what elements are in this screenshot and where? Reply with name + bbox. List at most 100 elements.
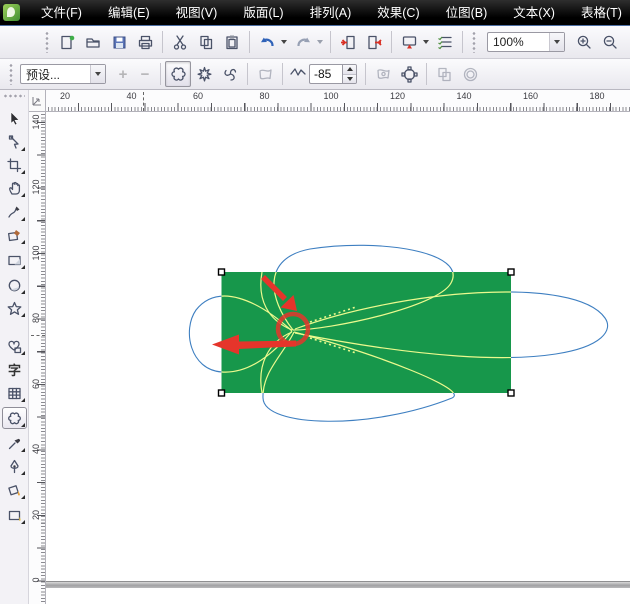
- tool-basic-shapes[interactable]: [2, 335, 27, 357]
- push-pull-distortion-button[interactable]: [165, 61, 191, 87]
- amplitude-field[interactable]: -85: [309, 64, 343, 84]
- zoom-out-button[interactable]: [597, 29, 623, 55]
- app-logo-icon: [3, 4, 20, 21]
- tool-pick[interactable]: [2, 107, 27, 129]
- delete-preset-button[interactable]: −: [134, 61, 156, 87]
- tool-rectangle[interactable]: [2, 249, 27, 271]
- toolbar-separator: [330, 31, 331, 53]
- launcher-dropdown-caret[interactable]: [423, 40, 429, 44]
- hruler-label: 140: [456, 91, 471, 101]
- tool-smart-fill[interactable]: [2, 224, 27, 246]
- menu-layout[interactable]: 版面(L): [230, 0, 296, 26]
- redo-dropdown-caret[interactable]: [317, 40, 323, 44]
- handle-bottom-right[interactable]: [508, 390, 514, 396]
- tool-crop[interactable]: [2, 154, 27, 176]
- menu-arrange[interactable]: 排列(A): [297, 0, 365, 26]
- undo-dropdown-caret[interactable]: [281, 40, 287, 44]
- hruler-label: 180: [589, 91, 604, 101]
- spinner-up-button[interactable]: [343, 65, 356, 75]
- twister-distortion-button[interactable]: [217, 61, 243, 87]
- horizontal-ruler[interactable]: 20 40 60 80 100 120 140 160 180: [46, 90, 630, 112]
- redo-button[interactable]: [290, 29, 316, 55]
- application-launcher-button[interactable]: [396, 29, 422, 55]
- add-preset-button[interactable]: +: [112, 61, 134, 87]
- save-button[interactable]: [106, 29, 132, 55]
- hruler-label: 80: [259, 91, 269, 101]
- hruler-label: 120: [390, 91, 405, 101]
- toolbox-grip[interactable]: [3, 93, 25, 99]
- menu-view[interactable]: 视图(V): [163, 0, 231, 26]
- paste-button[interactable]: [219, 29, 245, 55]
- vruler-label: 60: [29, 376, 44, 392]
- toolbar-separator: [249, 31, 250, 53]
- zoom-level-combo[interactable]: 100%: [487, 32, 565, 52]
- property-bar-grip[interactable]: [8, 63, 14, 85]
- tool-table[interactable]: [2, 382, 27, 404]
- green-rectangle[interactable]: [222, 272, 512, 393]
- clear-distortion-button[interactable]: [457, 61, 483, 87]
- export-button[interactable]: [361, 29, 387, 55]
- copy-distortion-properties-button[interactable]: [431, 61, 457, 87]
- property-bar-separator: [426, 63, 427, 85]
- handle-top-right[interactable]: [508, 269, 514, 275]
- menu-effects[interactable]: 效果(C): [364, 0, 432, 26]
- menu-text[interactable]: 文本(X): [500, 0, 568, 26]
- drawing-canvas[interactable]: [46, 112, 630, 604]
- hruler-label: 40: [126, 91, 136, 101]
- hruler-major-ticks: [78, 103, 630, 111]
- menu-table[interactable]: 表格(T): [568, 0, 630, 26]
- tool-text[interactable]: 字: [2, 359, 27, 381]
- property-bar-separator: [365, 63, 366, 85]
- vruler-label: 80: [29, 310, 44, 326]
- undo-button[interactable]: [254, 29, 280, 55]
- standard-toolbar: 100%: [0, 26, 630, 59]
- tool-polygon[interactable]: [2, 297, 27, 319]
- view-options-button[interactable]: [432, 29, 458, 55]
- toolbar-separator: [162, 31, 163, 53]
- zoom-in-button[interactable]: [571, 29, 597, 55]
- vertical-ruler[interactable]: 140 120 100 80 60 40 20 0: [29, 112, 46, 604]
- open-button[interactable]: [80, 29, 106, 55]
- tool-outline-pen[interactable]: [2, 455, 27, 477]
- menu-edit[interactable]: 编辑(E): [95, 0, 163, 26]
- new-document-button[interactable]: [54, 29, 80, 55]
- copy-button[interactable]: [193, 29, 219, 55]
- tool-distortion[interactable]: [2, 407, 27, 429]
- toolbar-grip[interactable]: [471, 31, 477, 53]
- menu-bar: 文件(F) 编辑(E) 视图(V) 版面(L) 排列(A) 效果(C) 位图(B…: [0, 0, 630, 26]
- handle-top-left[interactable]: [219, 269, 225, 275]
- tool-shape[interactable]: [2, 131, 27, 153]
- property-bar-separator: [160, 63, 161, 85]
- tool-eyedropper[interactable]: [2, 432, 27, 454]
- toolbar-grip[interactable]: [44, 31, 50, 53]
- vruler-guide-marker: [31, 335, 45, 336]
- page-edge-bar[interactable]: [46, 581, 630, 588]
- app-window: 文件(F) 编辑(E) 视图(V) 版面(L) 排列(A) 效果(C) 位图(B…: [0, 0, 630, 604]
- zipper-distortion-button[interactable]: [191, 61, 217, 87]
- tool-fill[interactable]: [2, 479, 27, 501]
- menu-file[interactable]: 文件(F): [28, 0, 95, 26]
- center-distortion-button[interactable]: [396, 61, 422, 87]
- distort-smoothly-button[interactable]: [370, 61, 396, 87]
- handle-bottom-left[interactable]: [219, 390, 225, 396]
- amplitude-icon: [290, 65, 306, 84]
- menu-bitmaps[interactable]: 位图(B): [433, 0, 501, 26]
- new-distortion-button[interactable]: [252, 61, 278, 87]
- tool-interactive-fill[interactable]: [2, 504, 27, 526]
- ruler-origin[interactable]: [29, 90, 46, 112]
- preset-combo[interactable]: 预设...: [20, 64, 106, 84]
- print-button[interactable]: [132, 29, 158, 55]
- spinner-down-button[interactable]: [343, 75, 356, 84]
- zoom-level-value: 100%: [488, 35, 549, 49]
- tool-ellipse[interactable]: [2, 274, 27, 296]
- tool-pan[interactable]: [2, 177, 27, 199]
- vruler-label: 100: [29, 245, 44, 261]
- preset-combo-caret[interactable]: [90, 65, 105, 83]
- zoom-combo-caret[interactable]: [549, 33, 564, 51]
- tool-freehand[interactable]: [2, 201, 27, 223]
- property-bar-separator: [247, 63, 248, 85]
- import-button[interactable]: [335, 29, 361, 55]
- artwork: [46, 112, 630, 604]
- amplitude-spinner[interactable]: [343, 64, 357, 84]
- cut-button[interactable]: [167, 29, 193, 55]
